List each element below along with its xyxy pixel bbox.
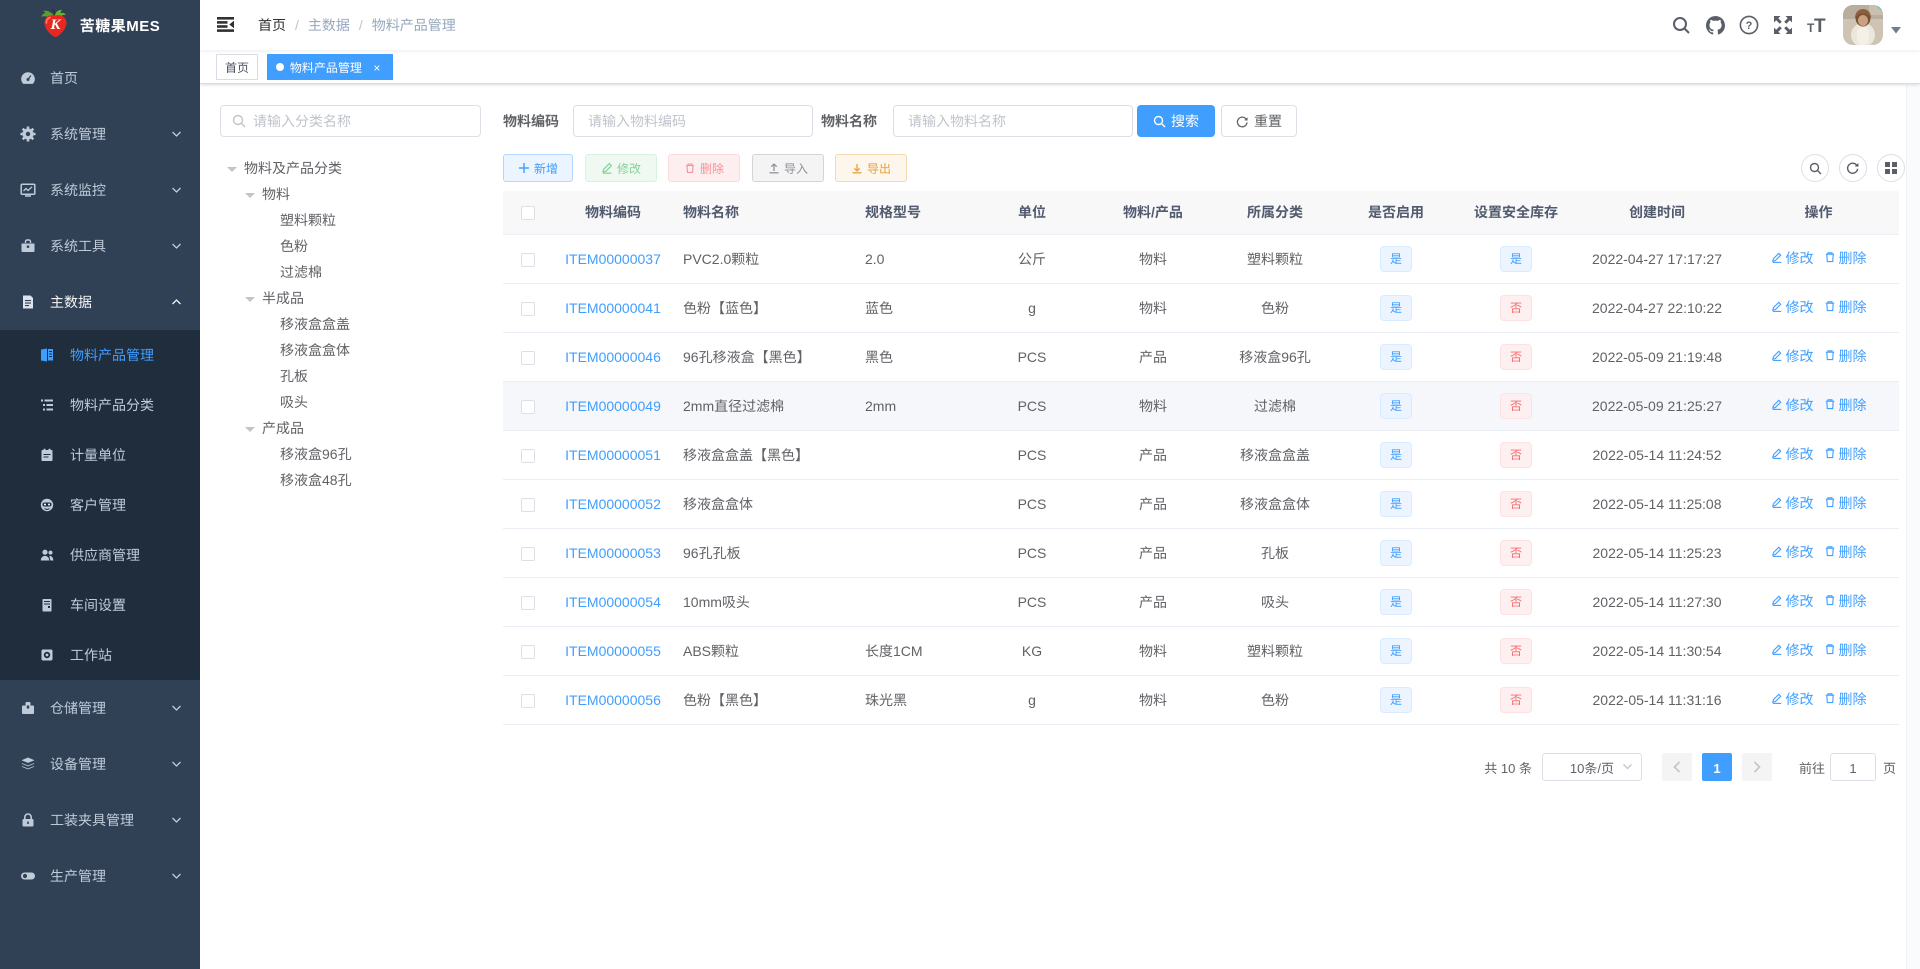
svg-text:?: ? [1746,20,1753,32]
svg-text:T: T [1814,16,1826,35]
svg-text:K: K [49,17,61,33]
